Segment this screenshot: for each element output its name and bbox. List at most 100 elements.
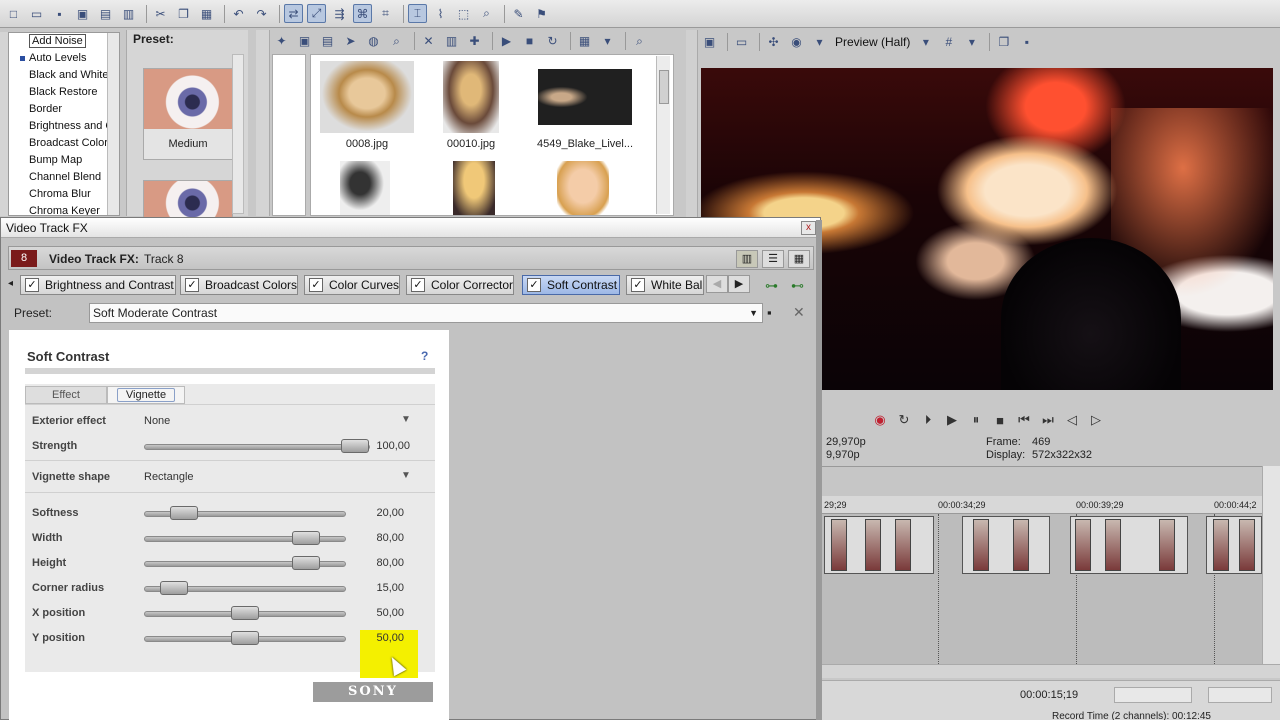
tab-vignette[interactable]: Vignette: [107, 386, 185, 404]
list-item[interactable]: Brightness and Contrast: [9, 118, 119, 135]
corner-radius-slider-handle[interactable]: [160, 581, 189, 595]
stop-icon[interactable]: ■: [992, 412, 1008, 428]
softness-value[interactable]: 20,00: [364, 507, 404, 519]
chevron-down-icon[interactable]: ▾: [810, 33, 829, 52]
list-view-icon[interactable]: ☰: [762, 250, 784, 268]
fx-chip[interactable]: ✓ Color Corrector: [406, 275, 514, 295]
overlay-grid-icon[interactable]: #: [939, 33, 958, 52]
help-icon[interactable]: ✎: [509, 4, 528, 23]
softness-slider-handle[interactable]: [170, 506, 199, 520]
chevron-down-icon[interactable]: ▾: [916, 33, 935, 52]
fx-chip[interactable]: ✓ Broadcast Colors: [180, 275, 298, 295]
chain-scroll-right-icon[interactable]: ▶: [728, 275, 750, 293]
redo-icon[interactable]: ↷: [252, 4, 271, 23]
corner-radius-value[interactable]: 15,00: [364, 582, 404, 594]
preview-quality-dropdown[interactable]: Preview (Half): [835, 35, 910, 49]
check-icon[interactable]: ✓: [411, 278, 425, 292]
chevron-down-icon[interactable]: ▾: [962, 33, 981, 52]
check-icon[interactable]: ✓: [185, 278, 199, 292]
timeline-clip[interactable]: [1206, 516, 1262, 574]
media-thumbnail[interactable]: 4549_Blake_Livel...: [527, 61, 643, 150]
capture-icon[interactable]: ▤: [318, 32, 337, 51]
delete-preset-icon[interactable]: ✕: [793, 304, 805, 321]
forward-icon[interactable]: ➤: [341, 32, 360, 51]
remove-icon[interactable]: ✕: [419, 32, 438, 51]
chain-scroll-left-icon[interactable]: ◀: [706, 275, 728, 293]
fx-chip[interactable]: ✓ White Bal: [626, 275, 704, 295]
media-thumbnail[interactable]: [555, 161, 611, 215]
add-icon[interactable]: ✚: [465, 32, 484, 51]
preset-thumbnail-medium[interactable]: Medium: [143, 68, 233, 160]
save-preset-icon[interactable]: ▪: [767, 305, 772, 320]
exterior-effect-dropdown[interactable]: None: [144, 415, 170, 427]
tab-effect[interactable]: Effect: [25, 386, 107, 404]
copy-snapshot-icon[interactable]: ❐: [994, 33, 1013, 52]
dialog-title-bar[interactable]: Video Track FX: [1, 218, 820, 238]
folder-tree[interactable]: [272, 54, 306, 216]
close-button[interactable]: x: [801, 221, 816, 235]
go-to-end-icon[interactable]: ⏭: [1040, 412, 1056, 428]
timeline-vertical-scrollbar[interactable]: [1262, 466, 1280, 678]
scrollbar-thumb[interactable]: [659, 70, 669, 104]
zoom-tool-icon[interactable]: ⌕: [477, 4, 496, 23]
strength-value[interactable]: 100,00: [370, 440, 410, 452]
x-position-value[interactable]: 50,00: [364, 607, 404, 619]
width-value[interactable]: 80,00: [364, 532, 404, 544]
timeline-ruler[interactable]: 29;29 00:00:34;29 00:00:39;29 00:00:44;2: [822, 496, 1262, 514]
chevron-down-icon[interactable]: ▼: [401, 414, 411, 425]
views-icon[interactable]: ▦: [575, 32, 594, 51]
next-frame-icon[interactable]: ▷: [1088, 412, 1104, 428]
media-thumbnail[interactable]: [339, 161, 391, 215]
chain-scroll-left-icon[interactable]: ◂: [8, 278, 13, 289]
selection-tool-icon[interactable]: ⬚: [454, 4, 473, 23]
remove-plugin-icon[interactable]: ⊷: [791, 278, 804, 294]
ripple-icon[interactable]: ⇶: [330, 4, 349, 23]
pause-icon[interactable]: ⏸: [968, 412, 984, 428]
render-icon[interactable]: ▤: [96, 4, 115, 23]
media-thumbnail[interactable]: 0008.jpg: [319, 61, 415, 150]
selection-start-field[interactable]: [1114, 687, 1192, 703]
normal-edit-tool-icon[interactable]: ⌶: [408, 4, 427, 23]
strength-slider-handle[interactable]: [341, 439, 369, 453]
timeline-clip[interactable]: [824, 516, 934, 574]
fx-chip[interactable]: ✓ Color Curves: [304, 275, 400, 295]
list-item[interactable]: Add Noise: [9, 33, 119, 50]
list-item[interactable]: Black Restore: [9, 84, 119, 101]
fx-chip[interactable]: ✓ Brightness and Contrast: [20, 275, 176, 295]
ignore-grouping-icon[interactable]: ⌗: [376, 4, 395, 23]
timeline-horizontal-scrollbar[interactable]: [822, 664, 1280, 678]
save-snapshot-icon[interactable]: ▪: [1017, 33, 1036, 52]
list-item[interactable]: Channel Blend: [9, 169, 119, 186]
preset-thumbnail[interactable]: [143, 180, 233, 221]
import-icon[interactable]: ▣: [295, 32, 314, 51]
external-monitor-icon[interactable]: ▭: [732, 33, 751, 52]
preset-scrollbar[interactable]: [232, 54, 244, 214]
x-position-slider-handle[interactable]: [231, 606, 259, 620]
list-item[interactable]: Border: [9, 101, 119, 118]
copy-icon[interactable]: ❐: [174, 4, 193, 23]
chevron-down-icon[interactable]: ▾: [598, 32, 617, 51]
check-icon[interactable]: ✓: [527, 278, 541, 292]
chain-view-icon[interactable]: ▥: [736, 250, 758, 268]
auto-crossfade-icon[interactable]: ⤢: [307, 4, 326, 23]
vignette-shape-dropdown[interactable]: Rectangle: [144, 471, 194, 483]
list-item[interactable]: Auto Levels: [9, 50, 119, 67]
list-item[interactable]: Chroma Blur: [9, 186, 119, 203]
project-properties-icon[interactable]: ▣: [700, 33, 719, 52]
cut-icon[interactable]: ✂: [151, 4, 170, 23]
lock-envelopes-icon[interactable]: ⌘: [353, 4, 372, 23]
list-item[interactable]: Black and White: [9, 67, 119, 84]
open-icon[interactable]: ▭: [27, 4, 46, 23]
properties-icon[interactable]: ▥: [119, 4, 138, 23]
record-icon[interactable]: ◉: [872, 412, 888, 428]
media-thumbnail[interactable]: [451, 161, 497, 215]
new-icon[interactable]: □: [4, 4, 23, 23]
wand-icon[interactable]: ✦: [272, 32, 291, 51]
save-icon[interactable]: ▪: [50, 4, 69, 23]
envelope-tool-icon[interactable]: ⌇: [431, 4, 450, 23]
timeline-clip[interactable]: [962, 516, 1050, 574]
play-icon[interactable]: ▶: [944, 412, 960, 428]
fx-list-scrollbar[interactable]: [107, 33, 119, 215]
timeline-clip[interactable]: [1070, 516, 1188, 574]
save-as-icon[interactable]: ▣: [73, 4, 92, 23]
